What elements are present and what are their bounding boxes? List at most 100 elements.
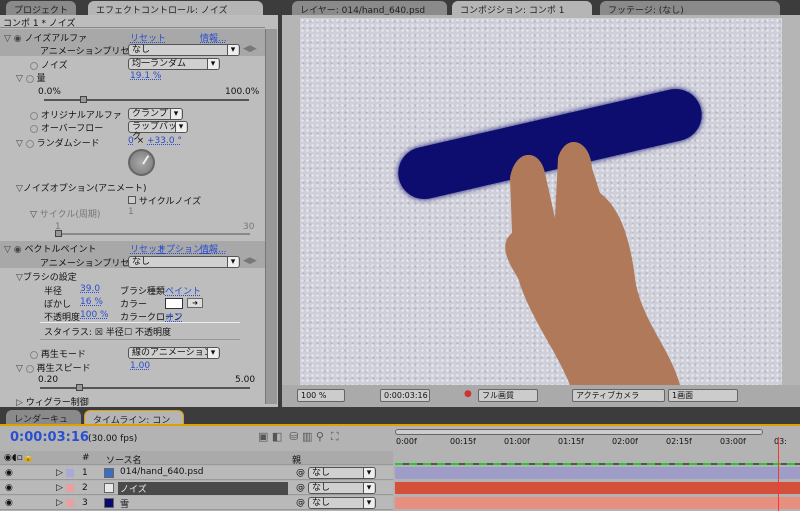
label-color[interactable]	[66, 499, 74, 507]
col-parent[interactable]: 親	[292, 453, 301, 466]
parent-dropdown[interactable]: なし	[308, 467, 376, 479]
layer-row[interactable]: ◉ ▷ 3 雪 @ なし	[0, 496, 393, 510]
cycle-slider[interactable]	[55, 230, 250, 237]
layer-name[interactable]: 014/hand_640.psd	[118, 467, 204, 477]
seed-degrees[interactable]: +33.0 °	[147, 136, 182, 146]
stopwatch-icon[interactable]	[30, 124, 38, 133]
color-channels-icon[interactable]: ●	[464, 389, 472, 399]
seed-revolutions[interactable]: 0	[128, 136, 134, 146]
brush-type-value[interactable]: ペイント	[165, 284, 201, 297]
stopwatch-icon[interactable]	[25, 364, 34, 373]
label-color[interactable]	[66, 484, 74, 492]
pickwhip-icon[interactable]: @	[296, 468, 305, 478]
stopwatch-icon[interactable]	[30, 111, 38, 120]
layer-name[interactable]: 雪	[118, 497, 129, 510]
stopwatch-icon[interactable]	[25, 74, 34, 83]
layer-thumbnail	[104, 498, 114, 508]
stopwatch-icon[interactable]	[30, 350, 38, 359]
seed-dial[interactable]	[128, 149, 155, 176]
noise-alpha-title[interactable]: ▽ ◉ ノイズアルファ	[4, 31, 87, 44]
layer-duration-bar[interactable]	[395, 497, 800, 509]
layer-duration-bar[interactable]	[395, 467, 800, 479]
layer-name[interactable]: ノイズ	[118, 482, 288, 495]
current-time-indicator[interactable]	[778, 437, 779, 511]
color-swatch[interactable]	[165, 298, 183, 309]
feather-value[interactable]: 16 %	[80, 297, 103, 307]
eye-icon[interactable]: ◉	[5, 498, 13, 508]
amount-label: 量	[36, 74, 46, 84]
noise-info-link[interactable]: 情報...	[200, 31, 227, 44]
preset-nav-arrows[interactable]: ◀▶	[243, 256, 257, 266]
layer-number: 1	[82, 468, 88, 478]
resolution-dropdown[interactable]: フル画質	[478, 389, 538, 402]
parent-dropdown[interactable]: なし	[308, 497, 376, 509]
brush-type-label: ブラシ種類	[120, 287, 165, 297]
fps-label: (30.00 fps)	[88, 434, 138, 444]
slider-knob[interactable]	[76, 384, 83, 391]
noise-reset-link[interactable]: リセット	[130, 31, 166, 44]
label-color[interactable]	[66, 469, 74, 477]
view-layout-dropdown[interactable]: 1画面	[668, 389, 738, 402]
layer-row[interactable]: ◉ ▷ 1 014/hand_640.psd @ なし	[0, 466, 393, 480]
playback-mode-label: 再生モード	[40, 350, 86, 360]
radius-value[interactable]: 39.0	[80, 284, 100, 294]
tab-project[interactable]: プロジェクト	[6, 1, 76, 16]
tab-footage[interactable]: フッテージ: (なし)	[600, 1, 780, 16]
effect-name: ベクトルペイント	[24, 245, 97, 255]
amount-slider[interactable]	[44, 96, 249, 103]
eyedropper-icon[interactable]: ➜	[187, 298, 203, 308]
playback-speed-value[interactable]: 1.00	[130, 361, 150, 371]
feather-label: ぼかし	[44, 300, 72, 310]
cache-indicator	[395, 463, 800, 465]
opacity-value[interactable]: 100 %	[80, 310, 109, 320]
overflow-dropdown[interactable]: ラップバック	[128, 121, 188, 142]
playback-mode-dropdown[interactable]: 線のアニメーション	[128, 347, 220, 359]
tab-composition[interactable]: コンポジション: コンポ 1	[452, 1, 592, 16]
vp-info-link[interactable]: 情報...	[200, 242, 227, 255]
tab-effect-controls[interactable]: エフェクトコントロール: ノイズ	[88, 1, 263, 16]
original-alpha-dropdown[interactable]: クランプ	[128, 108, 183, 120]
vector-paint-title[interactable]: ▽ ◉ ベクトルペイント	[4, 242, 97, 255]
camera-dropdown[interactable]: アクティブカメラ	[572, 389, 665, 402]
stylus-radius-checkbox[interactable]: ☒	[95, 328, 103, 338]
composition-canvas[interactable]	[300, 18, 782, 385]
layer-duration-bar[interactable]	[395, 482, 800, 494]
wiggler-label[interactable]: ウィグラー制御	[26, 398, 89, 408]
expand-arrow-icon[interactable]: ▷	[56, 468, 63, 478]
stopwatch-icon[interactable]	[30, 61, 38, 70]
noise-preset-dropdown[interactable]: なし	[128, 44, 240, 56]
cycle-noise-checkbox[interactable]	[128, 196, 136, 204]
work-area-bar[interactable]	[395, 429, 763, 435]
amount-value[interactable]: 19.1 %	[130, 71, 161, 81]
current-time[interactable]: 0:00:03:16	[10, 430, 89, 445]
slider-knob[interactable]	[55, 230, 62, 237]
stopwatch-icon[interactable]	[25, 139, 34, 148]
slider-knob[interactable]	[80, 96, 88, 103]
stylus-label: スタイラス:	[44, 328, 92, 338]
timeline-switches-icons[interactable]: ▣ ◧ ⛁ ▥ ⚲ ⛶	[258, 430, 339, 444]
tab-layer[interactable]: レイヤー: 014/hand_640.psd	[292, 1, 447, 16]
expand-arrow-icon[interactable]: ▷	[56, 483, 63, 493]
stylus-opacity-checkbox[interactable]: ☐	[124, 328, 132, 338]
expand-arrow-icon[interactable]: ▷	[56, 498, 63, 508]
eye-icon[interactable]: ◉	[5, 468, 13, 478]
pickwhip-icon[interactable]: @	[296, 498, 305, 508]
noise-type-dropdown[interactable]: 均一ランダム	[128, 58, 220, 70]
col-source-name[interactable]: ソース名	[106, 453, 142, 466]
layer-row[interactable]: ◉ ▷ 2 ノイズ @ なし	[0, 481, 393, 495]
tab-render-queue[interactable]: レンダーキュー	[6, 410, 81, 438]
pickwhip-icon[interactable]: @	[296, 483, 305, 493]
hand-image	[505, 141, 680, 385]
vp-preset-dropdown[interactable]: なし	[128, 256, 240, 268]
timecode-display[interactable]: 0:00:03:16	[380, 389, 430, 402]
effect-name: ノイズアルファ	[24, 34, 88, 44]
scrollbar[interactable]	[265, 29, 277, 404]
eye-icon[interactable]: ◉	[5, 483, 13, 493]
speed-slider[interactable]	[40, 384, 250, 391]
layer-column-header: ◉◖▫🔒 # ソース名 親	[0, 451, 393, 466]
tab-timeline[interactable]: タイムライン: コンポ 1	[84, 410, 184, 439]
zoom-dropdown[interactable]: 100 %	[297, 389, 345, 402]
parent-dropdown[interactable]: なし	[308, 482, 376, 494]
preset-nav-arrows[interactable]: ◀▶	[243, 44, 257, 54]
speed-max: 5.00	[235, 375, 256, 385]
